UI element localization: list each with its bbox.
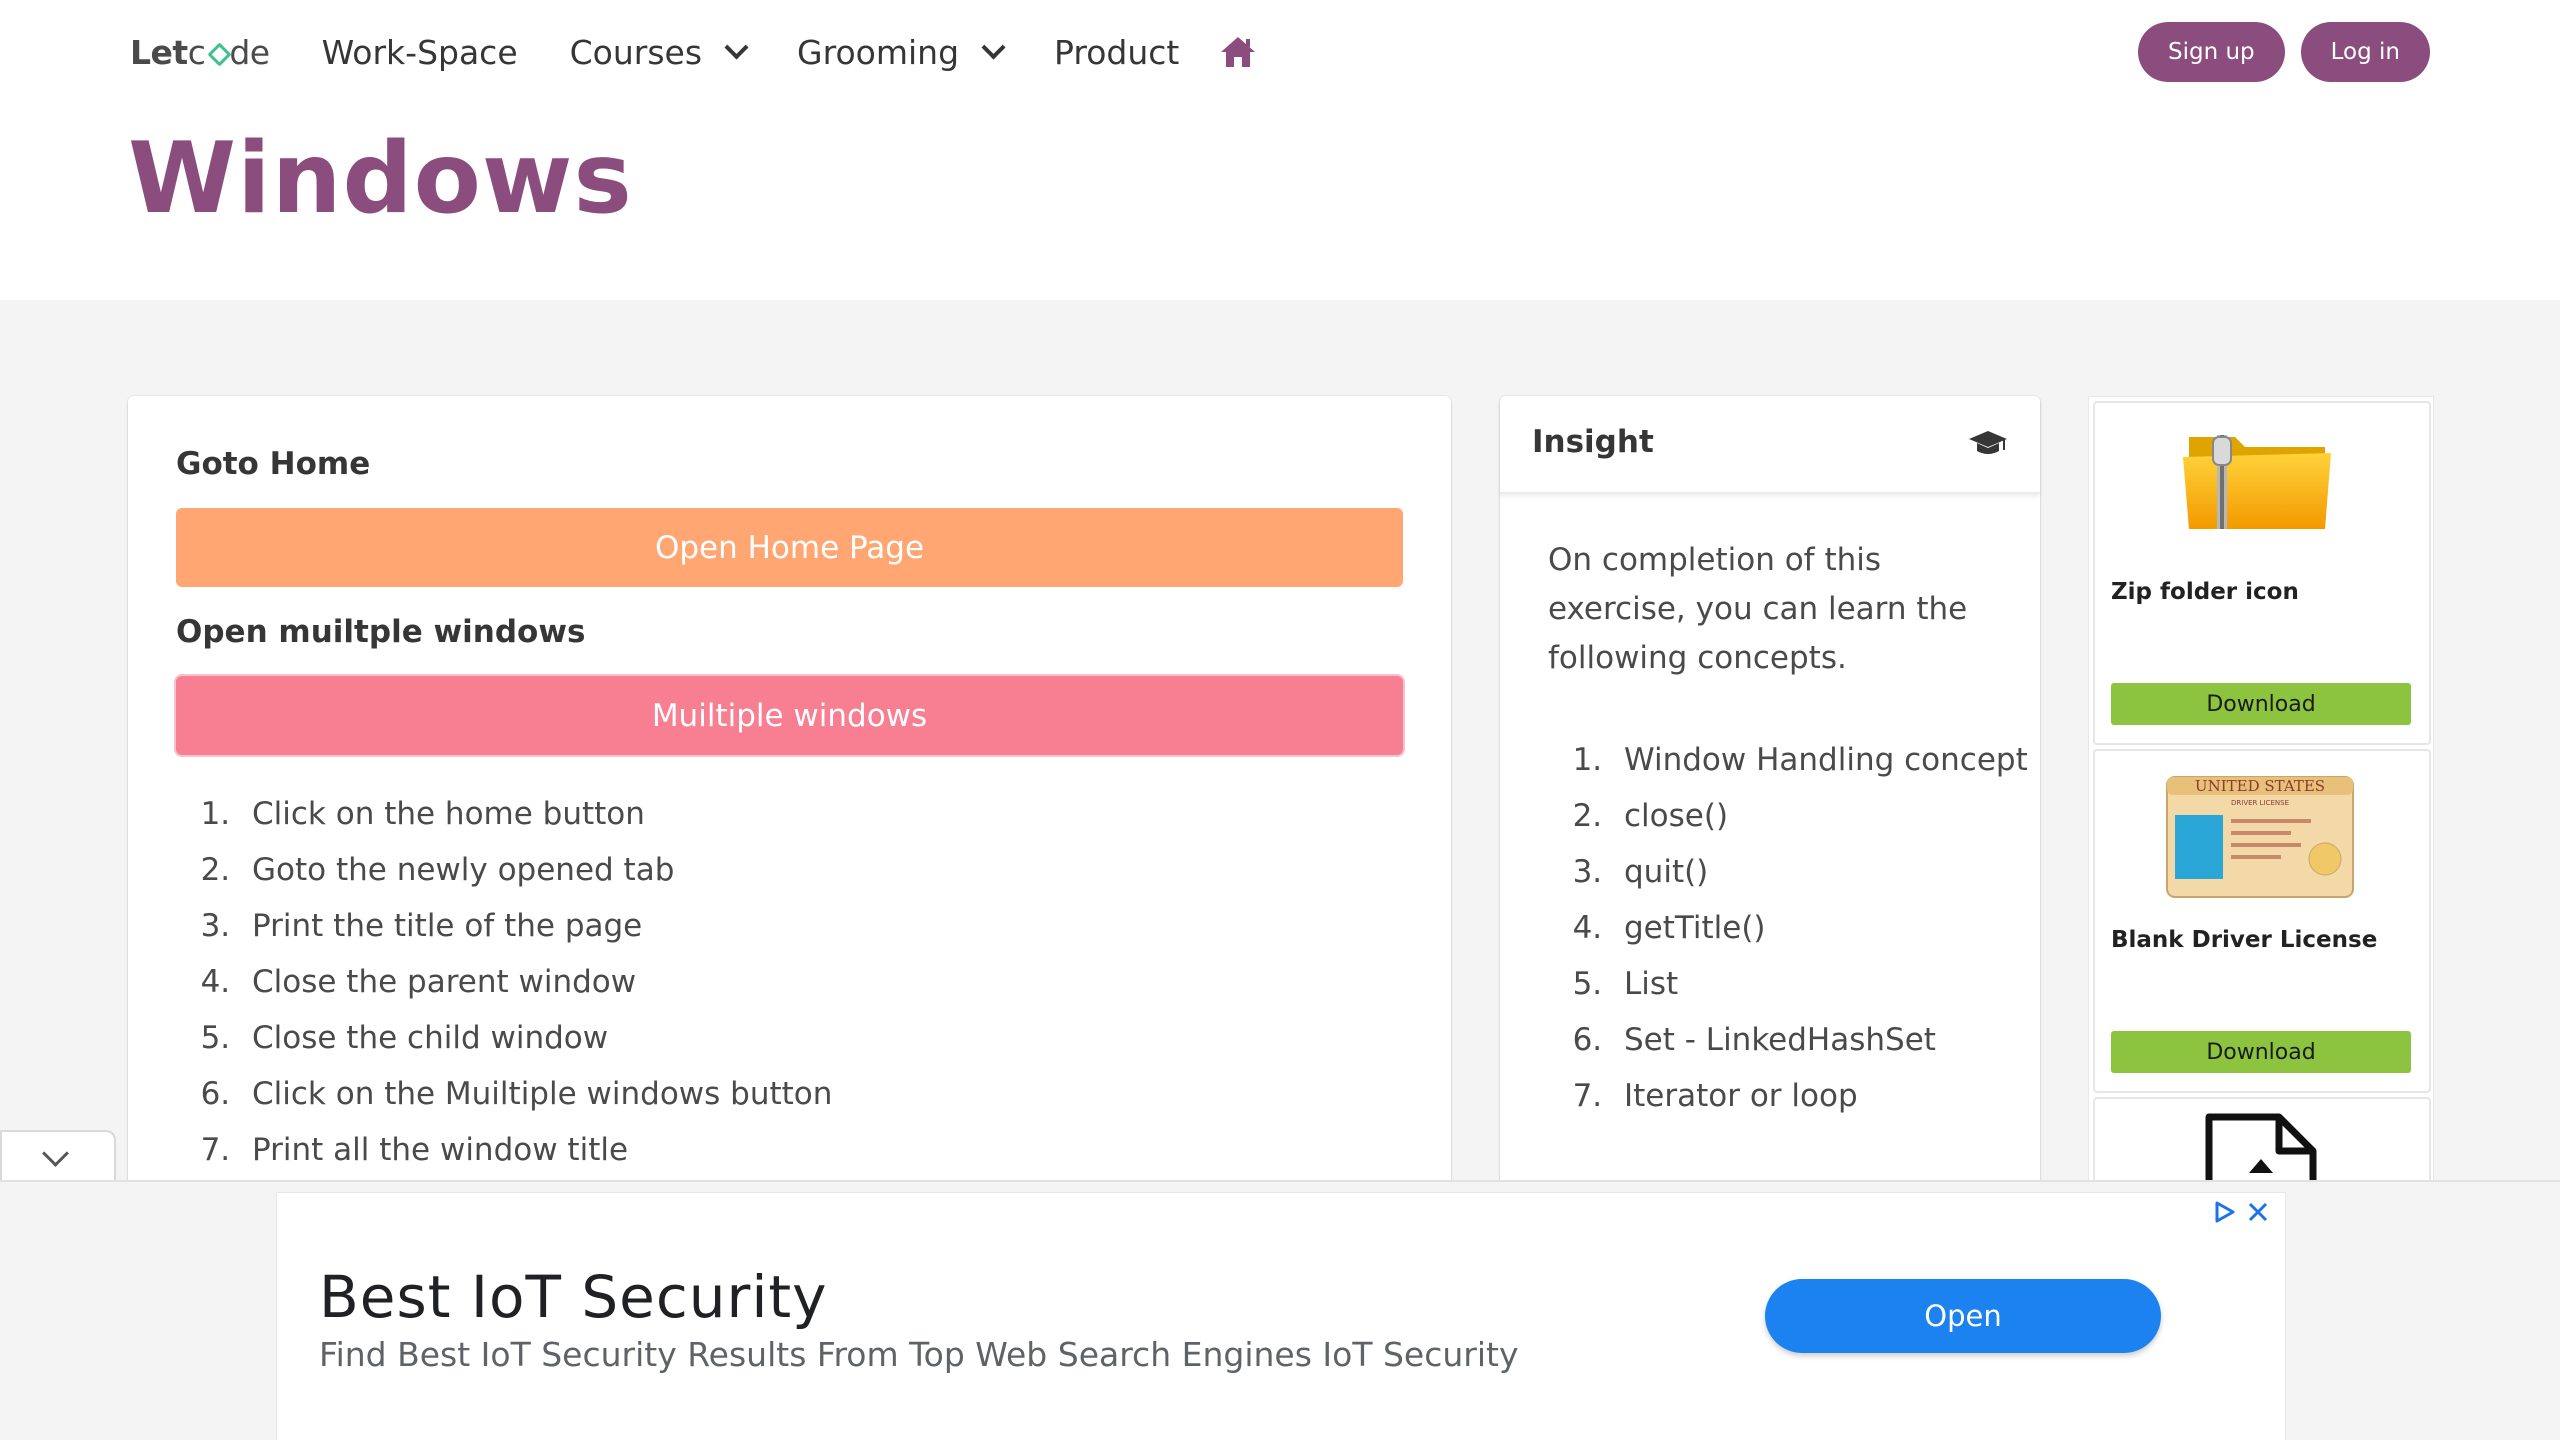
logo[interactable]: Let c de [130, 33, 270, 72]
home-icon[interactable] [1219, 35, 1257, 69]
list-item: Set - LinkedHashSet [1612, 1016, 2052, 1065]
list-item: Goto the newly opened tab [240, 842, 832, 898]
nav-courses[interactable]: Courses [569, 32, 749, 72]
license-title: UNITED STATES [2195, 777, 2325, 795]
license-subtitle: DRIVER LICENSE [2231, 799, 2289, 807]
insight-title: Insight [1532, 424, 1654, 460]
insight-intro: On completion of this exercise, you can … [1548, 542, 1968, 676]
driver-license-icon: UNITED STATES DRIVER LICENSE [2166, 776, 2354, 898]
download-button[interactable]: Download [2111, 1031, 2411, 1073]
ad-tile[interactable]: Zip folder icon Download [2093, 401, 2431, 745]
list-item: Print the title of the page [240, 898, 832, 954]
page-header: Let c de Work-Space Courses Grooming Produ… [0, 0, 2560, 300]
open-multiple-label: Open muiltple windows [176, 614, 586, 650]
nav-product[interactable]: Product [1054, 33, 1179, 72]
collapse-ad-button[interactable] [0, 1130, 116, 1184]
list-item: Iterator or loop [1612, 1072, 2052, 1121]
list-item: Close the parent window [240, 954, 832, 1010]
concepts-list: Window Handling concept close() quit() g… [1548, 736, 2052, 1128]
chevron-down-icon [42, 1140, 69, 1167]
list-item: Window Handling concept [1612, 736, 2052, 785]
goto-home-label: Goto Home [176, 446, 371, 482]
ad-caption: Blank Driver License [2111, 927, 2378, 953]
list-item: Click on the home button [240, 786, 832, 842]
side-ad-column: Zip folder icon Download UNITED STATES D… [2088, 396, 2434, 1261]
list-item: Close the child window [240, 1010, 832, 1066]
steps-list: Click on the home button Goto the newly … [176, 786, 832, 1178]
nav-work-space[interactable]: Work-Space [322, 33, 518, 72]
nav-product-label: Product [1054, 32, 1180, 72]
ad-banner[interactable]: Best IoT Security Find Best IoT Security… [276, 1192, 2286, 1440]
logo-diamond-icon [209, 44, 226, 61]
login-button[interactable]: Log in [2300, 22, 2430, 82]
logo-text-light: de [229, 32, 270, 72]
list-item: Click on the Muiltiple windows button [240, 1066, 832, 1122]
close-icon[interactable] [2247, 1201, 2269, 1223]
download-button[interactable]: Download [2111, 683, 2411, 725]
graduation-cap-icon [1969, 431, 2007, 454]
insight-header: Insight [1500, 396, 2040, 494]
insight-card: Insight On completion of this exercise, … [1500, 396, 2040, 1256]
list-item: List [1612, 960, 2052, 1009]
signup-button[interactable]: Sign up [2137, 22, 2285, 82]
list-item: Print all the window title [240, 1122, 832, 1178]
auth-buttons: Sign up Log in [2137, 22, 2430, 82]
ad-open-button[interactable]: Open [1765, 1279, 2161, 1353]
logo-text-bold: Let [130, 32, 188, 72]
open-home-page-button[interactable]: Open Home Page [176, 508, 1403, 587]
list-item: quit() [1612, 848, 2052, 897]
nav-grooming[interactable]: Grooming [797, 32, 1006, 72]
page-title: Windows [128, 122, 633, 236]
list-item: close() [1612, 792, 2052, 841]
ad-tile[interactable]: UNITED STATES DRIVER LICENSE Blank Drive… [2093, 749, 2431, 1093]
list-item: getTitle() [1612, 904, 2052, 953]
zip-folder-icon [2183, 435, 2331, 529]
navbar: Let c de Work-Space Courses Grooming Produ… [130, 14, 2430, 90]
nav-work-space-label: Work-Space [321, 32, 518, 72]
windows-exercise-card: Goto Home Open Home Page Open muiltple w… [128, 396, 1451, 1256]
multiple-windows-button[interactable]: Muiltiple windows [176, 676, 1403, 755]
chevron-down-icon [724, 34, 749, 60]
nav-courses-label: Courses [569, 32, 703, 72]
nav-grooming-label: Grooming [797, 32, 960, 72]
ad-caption: Zip folder icon [2111, 579, 2299, 605]
chevron-down-icon [981, 34, 1006, 60]
adchoices-icon[interactable] [2213, 1201, 2235, 1223]
ad-title: Best IoT Security [319, 1263, 828, 1331]
ad-subtitle: Find Best IoT Security Results From Top … [319, 1335, 1519, 1374]
